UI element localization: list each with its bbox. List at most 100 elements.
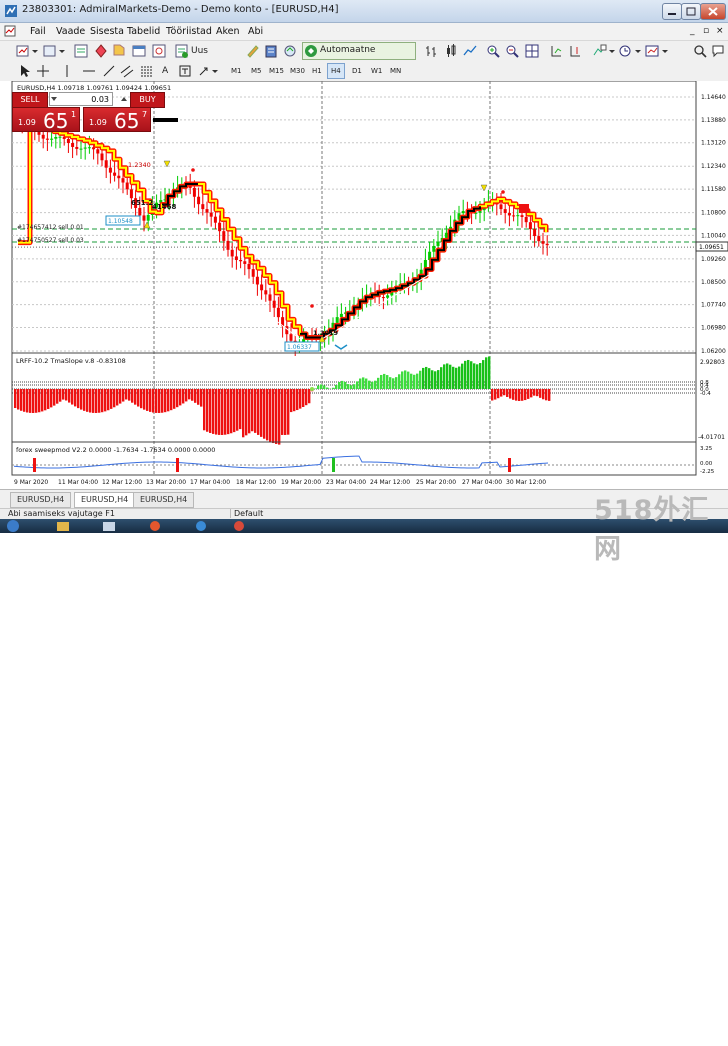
bar-chart-icon[interactable] (424, 43, 438, 59)
menu-window[interactable]: Aken (216, 26, 240, 37)
time-tick-label: 23 Mar 04:00 (326, 479, 366, 486)
chart-window[interactable]: 1.146401.138801.131201.123401.115801.108… (0, 81, 728, 488)
menu-view[interactable]: Vaade (56, 26, 85, 37)
price-chart[interactable]: 1.146401.138801.131201.123401.115801.108… (0, 81, 728, 488)
timeframe-w1[interactable]: W1 (368, 64, 385, 78)
candle-body (67, 139, 70, 143)
navigator-icon[interactable] (112, 43, 126, 59)
timeframe-h4[interactable]: H4 (327, 63, 345, 79)
strategy-tester-icon[interactable] (152, 43, 166, 59)
histogram-bar (236, 389, 238, 431)
lot-up-icon[interactable] (120, 95, 128, 103)
timeframe-d1[interactable]: D1 (349, 64, 365, 78)
arrows-icon[interactable] (198, 63, 220, 79)
tab-chart-1[interactable]: EURUSD,H4 (10, 492, 71, 508)
templates-icon[interactable] (645, 43, 669, 59)
sell-button[interactable]: SELL (12, 92, 48, 108)
histogram-bar (230, 389, 232, 433)
vertical-line-icon[interactable] (62, 63, 72, 79)
candlestick-icon[interactable] (444, 43, 458, 59)
timeframe-m30[interactable]: M30 (287, 64, 308, 78)
chart-shift-icon[interactable] (568, 43, 582, 59)
menu-file[interactable]: Fail (30, 26, 46, 37)
histogram-bar (380, 375, 382, 389)
histogram-bar (485, 357, 487, 389)
menu-charts[interactable]: Tabelid (127, 26, 160, 37)
fibonacci-icon[interactable] (140, 63, 154, 79)
text-tool-icon[interactable]: A (162, 63, 168, 79)
market-watch-icon[interactable] (74, 43, 88, 59)
histogram-bar (362, 377, 364, 389)
histogram-bar (497, 389, 499, 398)
channel-icon[interactable] (120, 63, 134, 79)
horizontal-line-icon[interactable] (82, 63, 96, 79)
time-tick-label: 9 Mar 2020 (14, 479, 48, 486)
media-icon[interactable] (102, 520, 116, 532)
histogram-bar (218, 389, 220, 435)
lot-size-input[interactable]: 0.03 (49, 92, 113, 106)
algo-trading-button[interactable]: Automaatne kauplemine (302, 42, 416, 60)
lot-down-icon[interactable] (50, 95, 58, 103)
app-taskbar-icon[interactable] (232, 520, 246, 532)
cursor-icon[interactable] (18, 63, 30, 79)
close-button[interactable] (700, 3, 726, 20)
tab-chart-3[interactable]: EURUSD,H4 (133, 492, 194, 508)
ind1-bottom-label: -4.01701 (698, 434, 725, 441)
text-label-icon[interactable] (178, 63, 192, 79)
zoom-out-icon[interactable] (505, 43, 519, 59)
start-icon[interactable] (6, 520, 20, 532)
buy-price-big: 65 (114, 109, 139, 133)
timeframe-mn[interactable]: MN (387, 64, 404, 78)
browser-icon[interactable] (148, 520, 162, 532)
new-chart-icon[interactable] (15, 43, 39, 59)
sell-price-sup: 1 (71, 110, 76, 119)
time-axis[interactable]: 9 Mar 202011 Mar 04:0012 Mar 12:0013 Mar… (14, 479, 546, 486)
sell-price-box[interactable]: 1.09 65 1 (12, 107, 80, 132)
inner-close-button[interactable]: × (716, 26, 724, 36)
indicators-icon[interactable] (592, 43, 616, 59)
code-base-icon[interactable] (264, 43, 278, 59)
menu-tools[interactable]: Tööriistad (166, 26, 212, 37)
tile-windows-icon[interactable] (525, 43, 539, 59)
chat-icon[interactable] (711, 43, 725, 59)
periods-icon[interactable] (618, 43, 642, 59)
timeframe-m5[interactable]: M5 (248, 64, 265, 78)
metaeditor-icon[interactable] (246, 43, 260, 59)
explorer-icon[interactable] (56, 520, 70, 532)
line-chart-icon[interactable] (463, 43, 477, 59)
candle-body (138, 208, 141, 215)
tab-chart-2[interactable]: EURUSD,H4 (74, 492, 135, 508)
histogram-bar (314, 388, 316, 389)
inner-restore-button[interactable]: ▫ (703, 26, 709, 36)
candle-body (260, 284, 263, 290)
timeframe-m15[interactable]: M15 (266, 64, 287, 78)
zoom-in-icon[interactable] (486, 43, 500, 59)
histogram-bar (71, 389, 73, 405)
timeframe-h1[interactable]: H1 (309, 64, 325, 78)
buy-price-box[interactable]: 1.09 65 7 (83, 107, 151, 132)
crosshair-icon[interactable] (36, 63, 50, 79)
auto-scroll-icon[interactable] (549, 43, 563, 59)
candle-body (546, 244, 549, 245)
minimize-icon (663, 4, 681, 19)
signals-icon[interactable] (283, 43, 297, 59)
search-icon[interactable] (693, 43, 707, 59)
histogram-bar (455, 368, 457, 389)
histogram-bar (197, 389, 199, 405)
profiles-icon[interactable] (42, 43, 66, 59)
timeframe-m1[interactable]: M1 (228, 64, 245, 78)
metatrader-taskbar-icon[interactable] (194, 520, 208, 532)
terminal-icon[interactable] (132, 43, 146, 59)
price-axis[interactable]: 1.146401.138801.131201.123401.115801.108… (698, 94, 726, 475)
menu-insert[interactable]: Sisesta (90, 26, 124, 37)
minimize-button[interactable] (662, 3, 682, 20)
new-order-button[interactable]: Uus tellimus (175, 43, 239, 59)
inner-minimize-button[interactable]: _ (690, 26, 695, 36)
histogram-bar (161, 389, 163, 413)
maximize-button[interactable] (681, 3, 701, 20)
menu-help[interactable]: Abi (248, 26, 263, 37)
data-window-icon[interactable] (94, 43, 108, 59)
histogram-bar (305, 389, 307, 405)
trendline-icon[interactable] (102, 63, 116, 79)
buy-button[interactable]: BUY (130, 92, 165, 108)
